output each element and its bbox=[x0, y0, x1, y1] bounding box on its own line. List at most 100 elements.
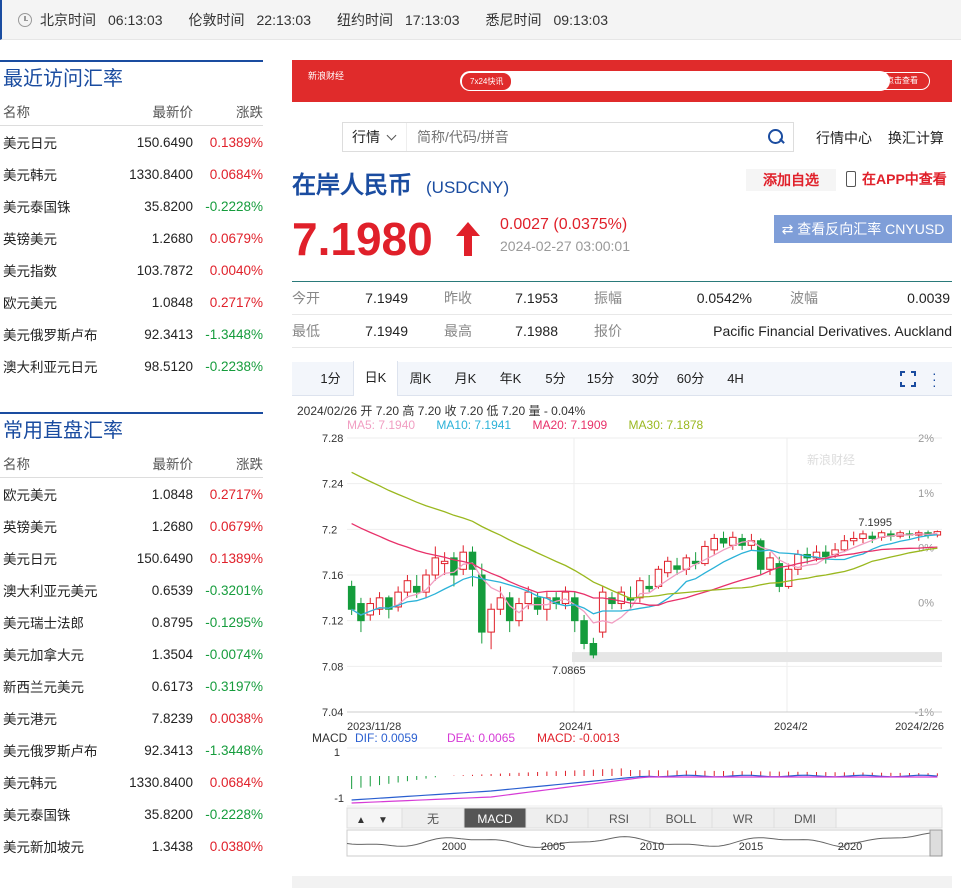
pair-name[interactable]: 美元韩元 bbox=[3, 772, 121, 792]
tab-period[interactable]: 15分 bbox=[578, 362, 623, 396]
pair-name[interactable]: 美元韩元 bbox=[3, 164, 121, 184]
fullscreen-icon[interactable] bbox=[900, 371, 916, 387]
rate-row[interactable]: 美元新加坡元 1.3438 0.0380% bbox=[0, 830, 263, 862]
pair-name[interactable]: 美元俄罗斯卢布 bbox=[3, 740, 121, 760]
candle bbox=[505, 597, 514, 622]
up-arrow-icon bbox=[456, 222, 480, 256]
fx-calculator-link[interactable]: 换汇计算 bbox=[888, 130, 944, 146]
pair-name[interactable]: 欧元美元 bbox=[3, 292, 121, 312]
rate-row[interactable]: 美元日元 150.6490 0.1389% bbox=[0, 126, 263, 158]
rate-row[interactable]: 美元日元 150.6490 0.1389% bbox=[0, 542, 263, 574]
tab-period[interactable]: 周K bbox=[398, 362, 443, 396]
rate-row[interactable]: 美元港元 7.8239 0.0038% bbox=[0, 702, 263, 734]
pair-price: 0.6173 bbox=[151, 678, 193, 694]
search-input[interactable] bbox=[407, 129, 767, 145]
navigator-handle[interactable] bbox=[929, 829, 943, 857]
rate-row[interactable]: 英镑美元 1.2680 0.0679% bbox=[0, 222, 263, 254]
rate-row[interactable]: 英镑美元 1.2680 0.0679% bbox=[0, 510, 263, 542]
ad-banner[interactable]: 新浪财经 7x24快讯 点击查看 bbox=[292, 60, 952, 102]
tab-period[interactable]: 30分 bbox=[623, 362, 668, 396]
y-tick-label: 7.24 bbox=[322, 479, 343, 491]
tab-period[interactable]: 日K bbox=[353, 361, 398, 396]
pair-name[interactable]: 新西兰元美元 bbox=[3, 676, 121, 696]
reverse-rate-button[interactable]: ⇄ 查看反向汇率 CNYUSD bbox=[774, 215, 952, 243]
candle bbox=[663, 560, 672, 574]
banner-view-button[interactable]: 点击查看 bbox=[874, 72, 930, 90]
tab-period[interactable]: 1分 bbox=[308, 362, 353, 396]
open-in-app-link[interactable]: 在APP中查看 bbox=[846, 169, 947, 189]
rate-row[interactable]: 欧元美元 1.0848 0.2717% bbox=[0, 478, 263, 510]
chart-svg[interactable]: 7.287.247.27.167.127.087.042%1%0%0%-1%-1… bbox=[292, 398, 952, 858]
rate-row[interactable]: 美元韩元 1330.8400 0.0684% bbox=[0, 766, 263, 798]
pair-name[interactable]: 美元港元 bbox=[3, 708, 121, 728]
pair-name[interactable]: 美元日元 bbox=[3, 548, 121, 568]
pct-tick-label: 1% bbox=[918, 488, 934, 500]
rate-row[interactable]: 澳大利亚元美元 0.6539 -0.3201% bbox=[0, 574, 263, 606]
rate-row[interactable]: 美元韩元 1330.8400 0.0684% bbox=[0, 158, 263, 190]
tab-indicator-label[interactable]: RSI bbox=[609, 812, 629, 826]
tab-indicator-label[interactable]: BOLL bbox=[666, 812, 697, 826]
pair-name[interactable]: 美元日元 bbox=[3, 132, 121, 152]
banner-tag: 7x24快讯 bbox=[462, 73, 512, 90]
scroll-down-icon[interactable]: ▼ bbox=[378, 815, 388, 826]
rate-row[interactable]: 美元俄罗斯卢布 92.3413 -1.3448% bbox=[0, 318, 263, 350]
pair-name[interactable]: 英镑美元 bbox=[3, 516, 121, 536]
pair-change: -1.3448% bbox=[205, 742, 263, 758]
tab-indicator-label[interactable]: MACD bbox=[477, 812, 513, 826]
tab-period[interactable]: 4H bbox=[713, 362, 758, 396]
navigator-year-label: 2010 bbox=[640, 841, 664, 853]
pair-price: 1330.8400 bbox=[129, 774, 193, 790]
macd-tick-label: -1 bbox=[334, 793, 344, 805]
rate-row[interactable]: 美元俄罗斯卢布 92.3413 -1.3448% bbox=[0, 734, 263, 766]
min-price-band bbox=[572, 652, 942, 663]
pair-name[interactable]: 美元泰国铢 bbox=[3, 196, 121, 216]
search-type-select[interactable]: 行情 bbox=[343, 123, 407, 151]
pair-change: -1.3448% bbox=[205, 326, 263, 342]
candle bbox=[357, 603, 365, 622]
pair-name[interactable]: 美元指数 bbox=[3, 260, 121, 280]
pair-name[interactable]: 欧元美元 bbox=[3, 484, 121, 504]
pair-name[interactable]: 澳大利亚元美元 bbox=[3, 580, 121, 600]
pair-price: 1.2680 bbox=[151, 518, 193, 534]
rate-row[interactable]: 美元泰国铢 35.8200 -0.2228% bbox=[0, 798, 263, 830]
stats-row: 最低 7.1949 最高 7.1988 报价 Pacific Financial De… bbox=[292, 315, 952, 348]
pair-name[interactable]: 英镑美元 bbox=[3, 228, 121, 248]
tab-period[interactable]: 月K bbox=[443, 362, 488, 396]
rate-row[interactable]: 美元指数 103.7872 0.0040% bbox=[0, 254, 263, 286]
tab-period[interactable]: 60分 bbox=[668, 362, 713, 396]
tab-indicator-label[interactable]: KDJ bbox=[546, 812, 569, 826]
add-watchlist-button[interactable]: 添加自选 bbox=[746, 169, 836, 191]
scroll-up-icon[interactable]: ▲ bbox=[356, 815, 366, 826]
candle bbox=[431, 557, 440, 576]
rate-row[interactable]: 新西兰元美元 0.6173 -0.3197% bbox=[0, 670, 263, 702]
rate-row[interactable]: 美元瑞士法郎 0.8795 -0.1295% bbox=[0, 606, 263, 638]
high-value: 7.1988 bbox=[515, 323, 558, 339]
rate-row[interactable]: 欧元美元 1.0848 0.2717% bbox=[0, 286, 263, 318]
candle bbox=[412, 585, 421, 593]
macd-value-label: MACD: -0.0013 bbox=[537, 731, 620, 745]
more-options-icon[interactable]: · · · bbox=[932, 366, 937, 392]
pair-name[interactable]: 美元新加坡元 bbox=[3, 836, 121, 856]
pair-price: 92.3413 bbox=[144, 742, 193, 758]
pair-name[interactable]: 美元泰国铢 bbox=[3, 804, 121, 824]
pair-name[interactable]: 澳大利亚元日元 bbox=[3, 356, 121, 376]
pair-name[interactable]: 美元俄罗斯卢布 bbox=[3, 324, 121, 344]
quote-timestamp: 2024-02-27 03:00:01 bbox=[500, 238, 630, 254]
pair-name[interactable]: 美元瑞士法郎 bbox=[3, 612, 121, 632]
pair-change: -0.3197% bbox=[205, 678, 263, 694]
search-icon[interactable] bbox=[767, 128, 785, 146]
tab-period[interactable]: 年K bbox=[488, 362, 533, 396]
rate-row[interactable]: 美元泰国铢 35.8200 -0.2228% bbox=[0, 190, 263, 222]
recent-rates-title: 最近访问汇率 bbox=[0, 60, 263, 96]
tab-indicator-label[interactable]: 无 bbox=[427, 812, 439, 826]
price-row: 7.1980 0.0027 (0.0375%) 2024-02-27 03:00… bbox=[292, 210, 952, 270]
tab-period[interactable]: 5分 bbox=[533, 362, 578, 396]
tab-indicator-label[interactable]: WR bbox=[733, 812, 753, 826]
clock-london: 伦敦时间 22:13:03 bbox=[188, 11, 312, 28]
pair-name[interactable]: 美元加拿大元 bbox=[3, 644, 121, 664]
rate-row[interactable]: 美元加拿大元 1.3504 -0.0074% bbox=[0, 638, 263, 670]
market-center-link[interactable]: 行情中心 bbox=[816, 130, 872, 146]
rate-row[interactable]: 澳大利亚元日元 98.5120 -0.2238% bbox=[0, 350, 263, 382]
price-change: 0.0027 (0.0375%) bbox=[500, 216, 628, 233]
tab-indicator-label[interactable]: DMI bbox=[794, 812, 816, 826]
